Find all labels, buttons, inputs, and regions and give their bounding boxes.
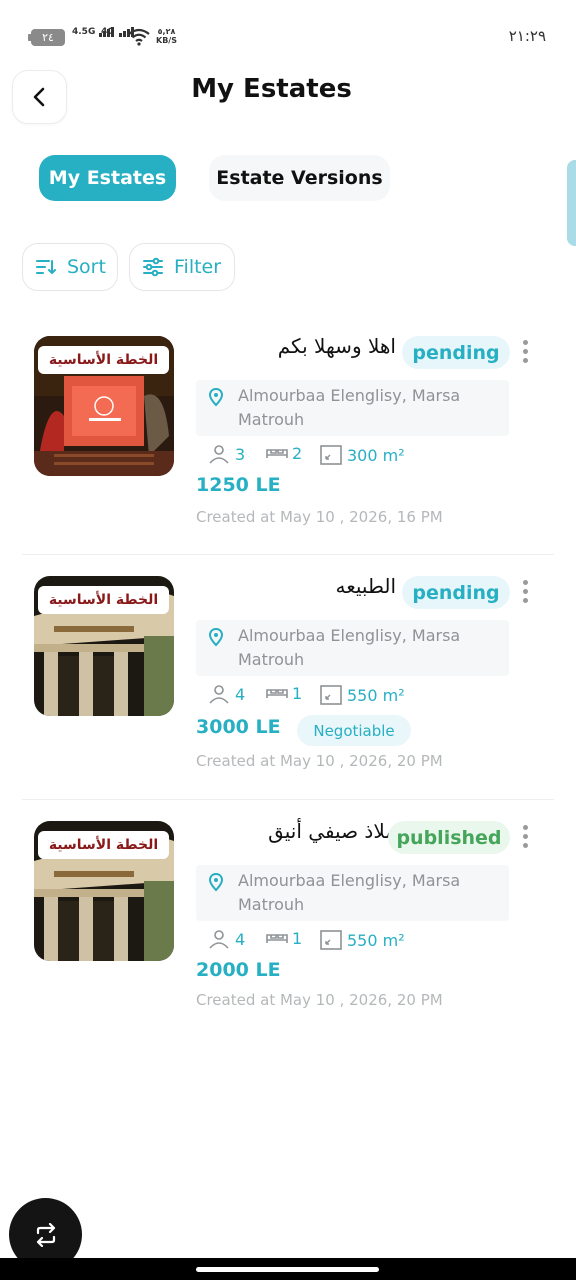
filter-button[interactable]: Filter xyxy=(129,243,235,291)
location-box: Almourbaa Elenglisy, Marsa Matrouh xyxy=(196,380,509,436)
edge-panel-handle[interactable] xyxy=(567,160,576,246)
page-title: My Estates xyxy=(191,74,352,104)
bed-icon xyxy=(266,933,288,943)
area-spec: 300 m² xyxy=(319,444,405,466)
estate-title: اهلا وسهلا بكم xyxy=(277,334,396,358)
plan-tag: الخطة الأساسية xyxy=(38,346,169,374)
status-bar: ٢٤ 4.5G 4G ٥,٢٨ KB/S ٢١:٢٩ xyxy=(0,0,576,60)
status-badge: pending xyxy=(402,576,510,609)
bed-icon xyxy=(266,688,288,698)
guests-spec: 3 xyxy=(207,444,245,464)
area-spec: 550 m² xyxy=(319,929,405,951)
area-icon xyxy=(320,445,342,465)
beds-count: 1 xyxy=(292,684,303,703)
swap-icon xyxy=(36,1222,55,1247)
beds-spec: 1 xyxy=(266,684,302,703)
location-pin-icon xyxy=(208,628,224,647)
plan-tag: الخطة الأساسية xyxy=(38,586,169,614)
battery-indicator: ٢٤ xyxy=(28,29,65,46)
area-icon xyxy=(320,930,342,950)
status-time: ٢١:٢٩ xyxy=(508,27,546,45)
price: 3000 LE xyxy=(196,716,281,738)
guests-count: 3 xyxy=(235,444,246,464)
tab-my-estates[interactable]: My Estates xyxy=(39,155,176,201)
estate-card[interactable]: الخطة الأساسية ملاذ صيفي أنيق published … xyxy=(22,805,554,1045)
area-value: 550 m² xyxy=(347,930,405,950)
sort-icon xyxy=(36,260,56,274)
area-value: 300 m² xyxy=(347,445,405,465)
area-spec: 550 m² xyxy=(319,684,405,706)
person-icon xyxy=(209,685,229,704)
guests-count: 4 xyxy=(235,929,246,949)
location-box: Almourbaa Elenglisy, Marsa Matrouh xyxy=(196,865,509,921)
negotiable-badge: Negotiable xyxy=(297,715,411,746)
sliders-icon xyxy=(143,257,163,277)
divider xyxy=(22,799,554,800)
area-value: 550 m² xyxy=(347,685,405,705)
more-vertical-icon[interactable] xyxy=(519,825,531,851)
price: 2000 LE xyxy=(196,959,281,981)
location-text: Almourbaa Elenglisy, Marsa Matrouh xyxy=(238,386,461,429)
network-speed: ٥,٢٨ KB/S xyxy=(156,27,177,45)
sort-label: Sort xyxy=(67,256,106,278)
location-pin-icon xyxy=(208,873,224,892)
beds-count: 1 xyxy=(292,929,303,948)
created-date: Created at May 10 , 2026, 20 PM xyxy=(196,752,443,770)
estate-card[interactable]: الخطة الأساسية الطبيعه pending Almourbaa… xyxy=(22,560,554,800)
beds-spec: 2 xyxy=(266,444,302,463)
beds-spec: 1 xyxy=(266,929,302,948)
divider xyxy=(22,554,554,555)
estate-card[interactable]: الخطة الأساسية اهلا وسهلا بكم pending Al… xyxy=(22,320,554,560)
estate-title: الطبيعه xyxy=(335,574,397,598)
guests-count: 4 xyxy=(235,684,246,704)
guests-spec: 4 xyxy=(207,929,245,949)
estate-photo: الخطة الأساسية xyxy=(34,576,174,716)
created-date: Created at May 10 , 2026, 20 PM xyxy=(196,991,443,1009)
more-vertical-icon[interactable] xyxy=(519,340,531,366)
location-pin-icon xyxy=(208,388,224,407)
estate-photo: الخطة الأساسية xyxy=(34,821,174,961)
area-icon xyxy=(320,685,342,705)
location-text: Almourbaa Elenglisy, Marsa Matrouh xyxy=(238,871,461,914)
guests-spec: 4 xyxy=(207,684,245,704)
price: 1250 LE xyxy=(196,474,281,496)
home-gesture-handle[interactable] xyxy=(196,1267,379,1272)
location-text: Almourbaa Elenglisy, Marsa Matrouh xyxy=(238,626,461,669)
plan-tag: الخطة الأساسية xyxy=(38,831,169,859)
wifi-icon xyxy=(128,28,150,46)
estate-photo: الخطة الأساسية xyxy=(34,336,174,476)
tab-estate-versions[interactable]: Estate Versions xyxy=(209,155,390,201)
status-badge: published xyxy=(388,821,510,854)
beds-count: 2 xyxy=(292,444,303,463)
filter-label: Filter xyxy=(174,256,222,278)
bed-icon xyxy=(266,448,288,458)
sort-button[interactable]: Sort xyxy=(22,243,118,291)
person-icon xyxy=(209,445,229,464)
person-icon xyxy=(209,930,229,949)
location-box: Almourbaa Elenglisy, Marsa Matrouh xyxy=(196,620,509,676)
created-date: Created at May 10 , 2026, 16 PM xyxy=(196,508,443,526)
estate-title: ملاذ صيفي أنيق xyxy=(268,819,396,843)
more-vertical-icon[interactable] xyxy=(519,580,531,606)
status-badge: pending xyxy=(402,336,510,369)
